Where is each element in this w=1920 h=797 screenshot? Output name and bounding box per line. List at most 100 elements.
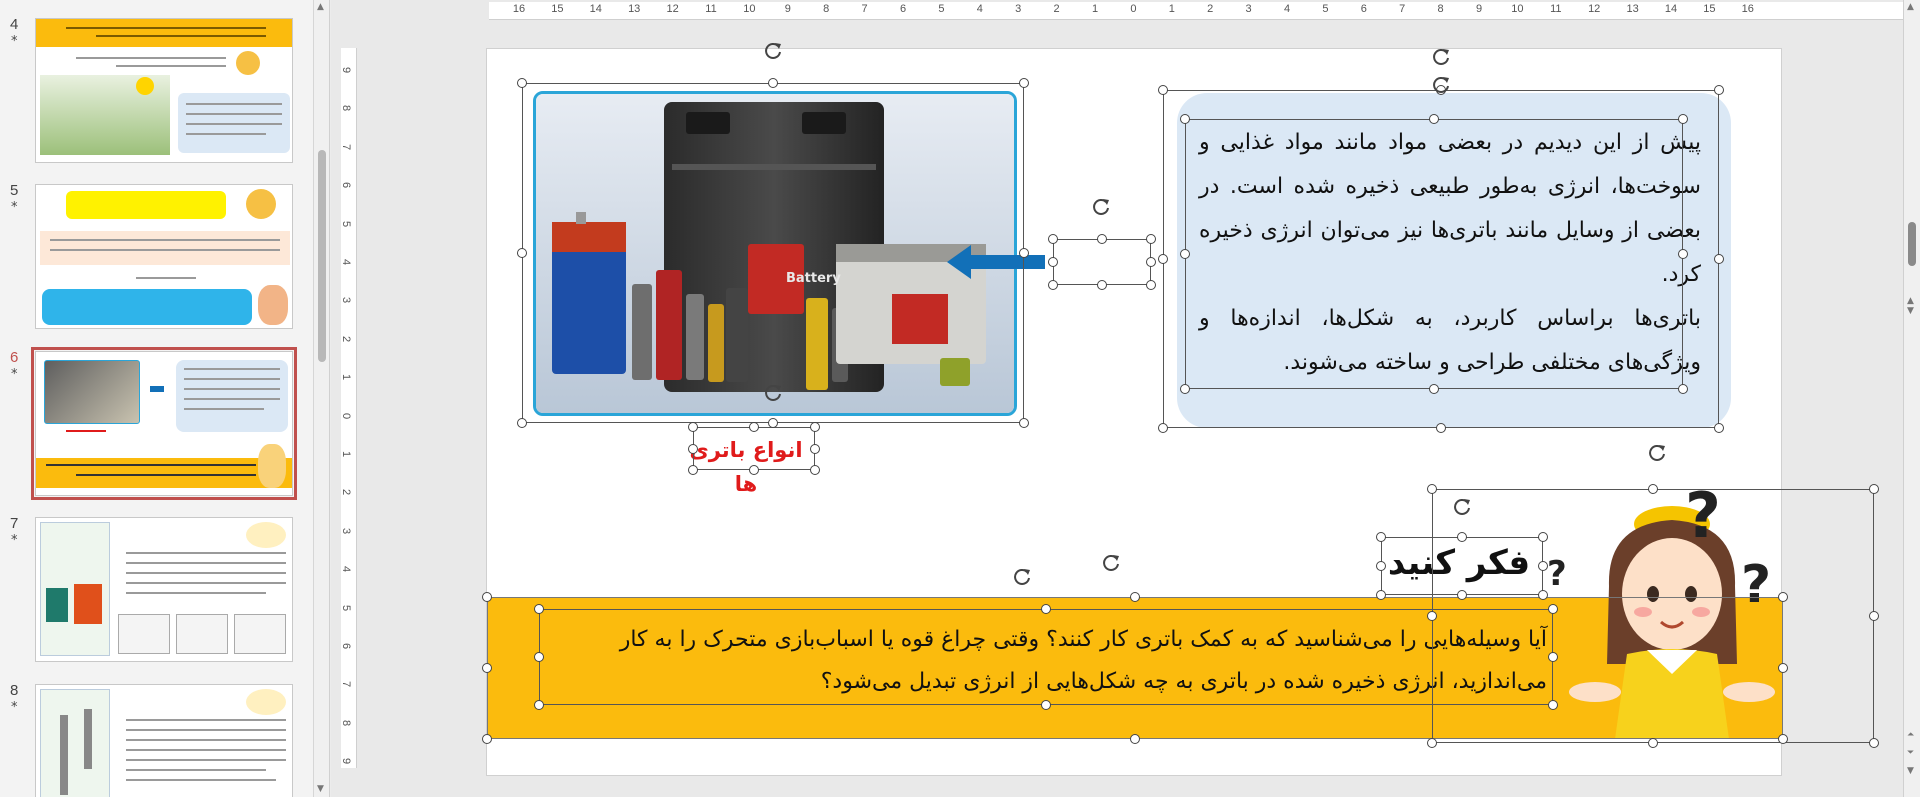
resize-handle[interactable] (1041, 604, 1051, 614)
rotate-handle-icon[interactable] (1430, 74, 1452, 96)
resize-handle[interactable] (1048, 280, 1058, 290)
resize-handle[interactable] (534, 652, 544, 662)
resize-handle[interactable] (517, 418, 527, 428)
resize-handle[interactable] (1019, 418, 1029, 428)
resize-handle[interactable] (534, 700, 544, 710)
resize-handle[interactable] (1869, 738, 1879, 748)
resize-handle[interactable] (810, 422, 820, 432)
scroll-up-icon[interactable]: ▲ (317, 2, 324, 12)
resize-handle[interactable] (1180, 249, 1190, 259)
resize-handle[interactable] (1538, 590, 1548, 600)
slide-thumbnail-8[interactable] (35, 684, 293, 797)
resize-handle[interactable] (1714, 423, 1724, 433)
scroll-up-icon[interactable]: ▲ (1907, 296, 1914, 306)
resize-handle[interactable] (688, 465, 698, 475)
rotate-handle-icon[interactable] (1011, 566, 1033, 588)
rotate-handle-icon[interactable] (1451, 496, 1473, 518)
page-down-icon[interactable]: ⏷ (1907, 748, 1914, 758)
resize-handle[interactable] (1869, 611, 1879, 621)
resize-handle[interactable] (749, 422, 759, 432)
resize-handle[interactable] (482, 734, 492, 744)
resize-handle[interactable] (1678, 384, 1688, 394)
resize-handle[interactable] (1678, 114, 1688, 124)
resize-handle[interactable] (1429, 384, 1439, 394)
resize-handle[interactable] (1146, 234, 1156, 244)
resize-handle[interactable] (810, 443, 820, 454)
scroll-down-icon[interactable]: ▼ (317, 784, 324, 794)
resize-handle[interactable] (1097, 234, 1107, 244)
resize-handle[interactable] (1678, 249, 1688, 259)
resize-handle[interactable] (1457, 532, 1467, 542)
resize-handle[interactable] (768, 418, 778, 428)
resize-handle[interactable] (1548, 604, 1558, 614)
thumbnails-scrollbar[interactable]: ▲ ▼ (314, 0, 330, 797)
resize-handle[interactable] (1778, 592, 1788, 602)
resize-handle[interactable] (1648, 484, 1658, 494)
resize-handle[interactable] (1158, 85, 1168, 95)
resize-handle[interactable] (517, 248, 527, 258)
resize-handle[interactable] (1097, 280, 1107, 290)
resize-handle[interactable] (534, 604, 544, 614)
resize-handle[interactable] (1048, 257, 1058, 267)
resize-handle[interactable] (1869, 484, 1879, 494)
resize-handle[interactable] (1427, 738, 1437, 748)
resize-handle[interactable] (1376, 561, 1386, 571)
rotate-handle-icon[interactable] (1646, 442, 1668, 464)
resize-handle[interactable] (1457, 590, 1467, 600)
rotate-handle-icon[interactable] (762, 40, 784, 62)
resize-handle[interactable] (1778, 734, 1788, 744)
slide-thumbnail-6[interactable] (31, 347, 297, 500)
resize-handle[interactable] (1019, 248, 1029, 258)
resize-handle[interactable] (1436, 423, 1446, 433)
resize-handle[interactable] (1376, 532, 1386, 542)
resize-handle[interactable] (1548, 652, 1558, 662)
editor-scrollbar[interactable]: ▲ ▲ ▼ ⏶ ⏷ ▼ (1903, 0, 1920, 797)
resize-handle[interactable] (1548, 700, 1558, 710)
resize-handle[interactable] (1130, 592, 1140, 602)
editor-scroll-thumb[interactable] (1908, 222, 1916, 266)
resize-handle[interactable] (1429, 114, 1439, 124)
resize-handle[interactable] (688, 443, 698, 454)
resize-handle[interactable] (1714, 85, 1724, 95)
resize-handle[interactable] (482, 592, 492, 602)
resize-handle[interactable] (1180, 384, 1190, 394)
resize-handle[interactable] (1146, 257, 1156, 267)
slide-thumbnails-pane[interactable]: 4 * 5 * 6 * 7 * 8 * (0, 0, 314, 797)
resize-handle[interactable] (1158, 423, 1168, 433)
resize-handle[interactable] (1180, 114, 1190, 124)
slide-canvas[interactable]: Battery انواع باتری ها پیش از این دیدیم … (482, 43, 1879, 776)
slide-thumbnail-4[interactable] (35, 18, 293, 163)
resize-handle[interactable] (688, 422, 698, 432)
rotate-handle-icon[interactable] (762, 382, 784, 404)
resize-handle[interactable] (482, 663, 492, 673)
page-up-icon[interactable]: ⏶ (1907, 730, 1914, 740)
resize-handle[interactable] (1146, 280, 1156, 290)
thumbnails-scroll-thumb[interactable] (318, 150, 326, 362)
scroll-up-icon[interactable]: ▲ (1907, 2, 1914, 12)
resize-handle[interactable] (1648, 738, 1658, 748)
resize-handle[interactable] (810, 465, 820, 475)
resize-handle[interactable] (1376, 590, 1386, 600)
resize-handle[interactable] (1714, 254, 1724, 264)
rotate-handle-icon[interactable] (1100, 552, 1122, 574)
scroll-down-icon[interactable]: ▼ (1907, 306, 1914, 316)
resize-handle[interactable] (1427, 484, 1437, 494)
resize-handle[interactable] (1778, 663, 1788, 673)
scroll-down-icon[interactable]: ▼ (1907, 766, 1914, 776)
rotate-handle-icon[interactable] (1430, 46, 1452, 68)
resize-handle[interactable] (1130, 734, 1140, 744)
resize-handle[interactable] (1538, 561, 1548, 571)
resize-handle[interactable] (1019, 78, 1029, 88)
slide-thumbnail-7[interactable] (35, 517, 293, 662)
slide-thumbnail-5[interactable] (35, 184, 293, 329)
resize-handle[interactable] (1041, 700, 1051, 710)
resize-handle[interactable] (1048, 234, 1058, 244)
resize-handle[interactable] (749, 465, 759, 475)
resize-handle[interactable] (1158, 254, 1168, 264)
resize-handle[interactable] (1538, 532, 1548, 542)
rotate-handle-icon[interactable] (1090, 196, 1112, 218)
slide-editor[interactable]: 16 15 14 13 12 11 10 9 8 7 6 5 4 3 2 1 0 1 2 3 4 5 6 7 8 9 10 11 12 1… (331, 0, 1903, 797)
resize-handle[interactable] (768, 78, 778, 88)
resize-handle[interactable] (517, 78, 527, 88)
resize-handle[interactable] (1427, 611, 1437, 621)
